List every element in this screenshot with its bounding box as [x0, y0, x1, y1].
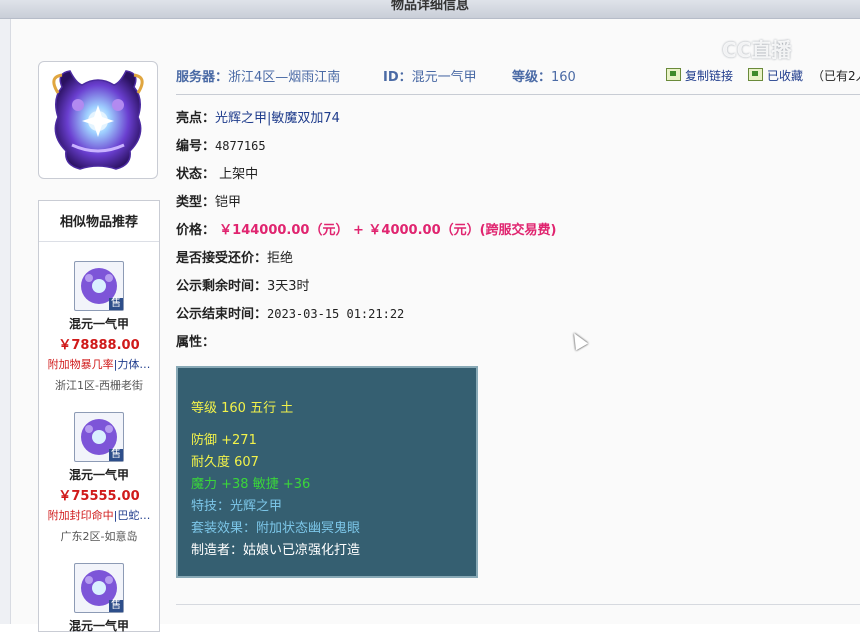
similar-item-name[interactable]: 混元一气甲: [39, 617, 159, 634]
similar-item-thumbnail[interactable]: 售: [74, 412, 124, 462]
sold-badge: 售: [109, 298, 123, 310]
server-info: 服务器：浙江4区—烟雨江南: [176, 70, 341, 85]
end-time-row: 公示结束时间：2023-03-15 01:21:22: [176, 307, 405, 322]
similar-items-title: 相似物品推荐: [39, 201, 159, 242]
highlight-row: 亮点：光辉之甲|敏魔双加74: [176, 111, 340, 126]
status-badge: 上架中: [219, 167, 259, 182]
window-title-bar: 物品详细信息: [0, 0, 860, 19]
sold-badge: 售: [109, 449, 123, 461]
similar-item-price: ￥78888.00: [58, 338, 140, 353]
counter-offer-row: 是否接受还价：拒绝: [176, 251, 294, 266]
similar-item-2[interactable]: 售 混元一气甲 ￥75555.00 附加封印命中|巴蛇… 广东2区-如意岛: [39, 412, 159, 544]
armor-icon: [42, 65, 154, 175]
cc-live-watermark: CC直播: [722, 38, 792, 62]
attr-set-effect: 套装效果：附加状态幽冥鬼眼: [191, 521, 361, 536]
attributes-box: 等级 160 五行 土 防御 +271 耐久度 607 魔力 +38 敏捷 +3…: [176, 366, 478, 578]
type-row: 类型：铠甲: [176, 195, 242, 210]
collect-count: （已有2人: [812, 69, 860, 83]
price-row: 价格： ￥144000.00（元） + ￥4000.00（元）(跨服交易费): [176, 223, 557, 238]
remaining-time-row: 公示剩余时间：3天3时: [176, 279, 310, 294]
attr-durability: 耐久度 607: [191, 455, 259, 470]
similar-item-server: 浙江1区-西栅老街: [55, 379, 143, 392]
attr-level-element: 等级 160 五行 土: [191, 401, 294, 416]
copy-link-icon: [666, 68, 681, 81]
similar-item-desc: 附加封印命中|巴蛇…: [47, 509, 151, 522]
sold-badge: 售: [109, 600, 123, 612]
similar-item-server: 广东2区-如意岛: [60, 530, 138, 543]
attributes-label-row: 属性：: [176, 335, 216, 350]
similar-item-price: ￥75555.00: [58, 489, 140, 504]
similar-item-name[interactable]: 混元一气甲: [39, 315, 159, 332]
similar-items-panel: 相似物品推荐 售 混元一气甲 ￥78888.00 附加物暴几率|力体… 浙江1区…: [38, 200, 160, 634]
attr-magic-agility: 魔力 +38 敏捷 +36: [191, 477, 311, 492]
similar-item-desc: 附加物暴几率|力体…: [47, 358, 151, 371]
attr-defense: 防御 +271: [191, 433, 257, 448]
copy-link-button[interactable]: 复制链接: [666, 67, 733, 84]
section-divider: [176, 604, 860, 605]
attr-maker: 制造者：姑娘い已凉强化打造: [191, 543, 361, 558]
item-header-row: 服务器：浙江4区—烟雨江南 ID：混元一气甲 等级：160 复制链接 已收藏 （…: [176, 66, 860, 95]
item-image: [38, 61, 158, 179]
level-info: 等级：160: [512, 70, 576, 85]
similar-item-thumbnail[interactable]: 售: [74, 563, 124, 613]
price-value: ￥144000.00（元） + ￥4000.00（元）(跨服交易费): [219, 223, 557, 238]
page-title: 物品详细信息: [390, 0, 469, 13]
similar-item-1[interactable]: 售 混元一气甲 ￥78888.00 附加物暴几率|力体… 浙江1区-西栅老街: [39, 261, 159, 393]
similar-item-3[interactable]: 售 混元一气甲: [39, 563, 159, 634]
highlight-value: 光辉之甲|敏魔双加74: [215, 111, 340, 126]
attr-skill: 特技：光辉之甲: [191, 499, 283, 514]
id-info: ID：混元一气甲: [383, 70, 477, 85]
favorite-icon: [748, 68, 763, 81]
status-row: 状态： 上架中: [176, 167, 259, 182]
similar-item-name[interactable]: 混元一气甲: [39, 466, 159, 483]
similar-item-thumbnail[interactable]: 售: [74, 261, 124, 311]
number-row: 编号：4877165: [176, 139, 266, 154]
collected-button[interactable]: 已收藏: [748, 67, 803, 84]
left-scroll-strip: [0, 19, 11, 624]
